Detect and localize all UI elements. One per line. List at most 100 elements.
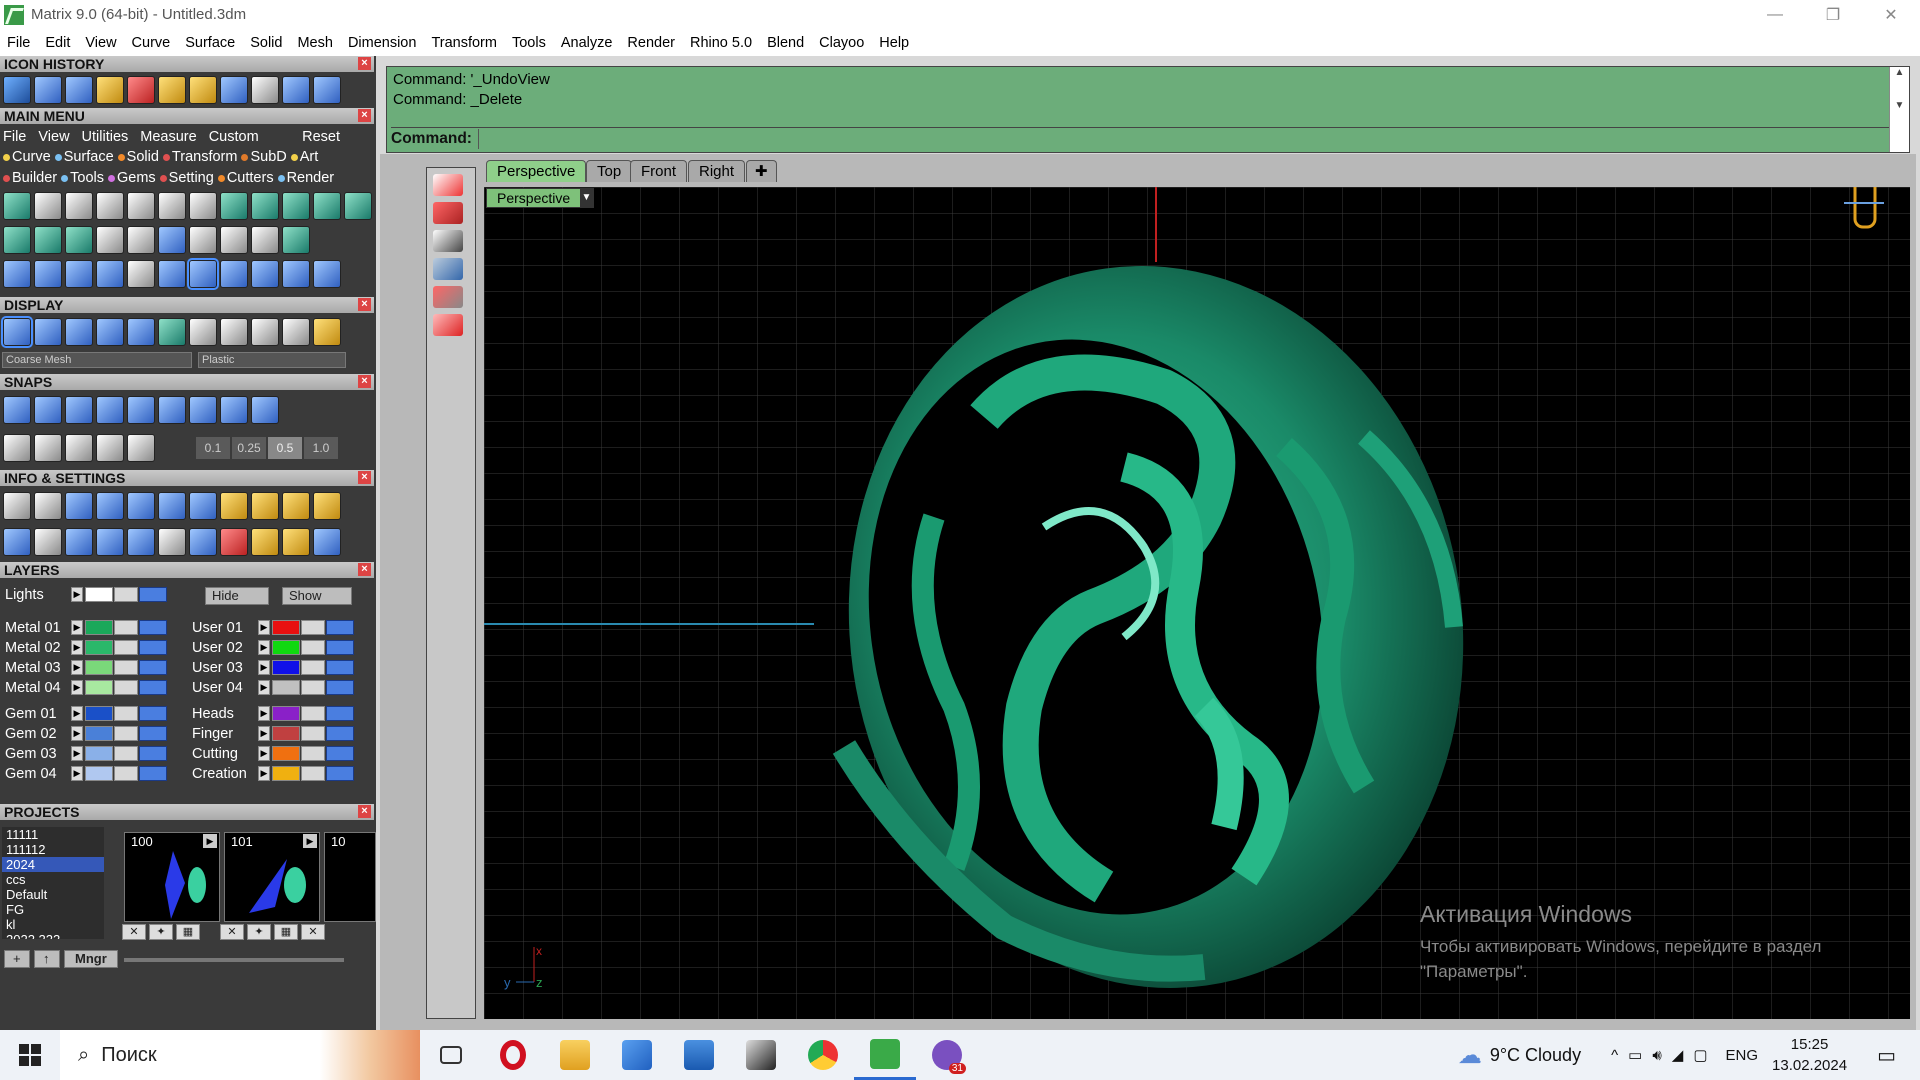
wireframe-icon[interactable] bbox=[1, 316, 33, 348]
menu-dimension[interactable]: Dimension bbox=[348, 35, 417, 51]
delete-icon[interactable]: ✕ bbox=[122, 924, 146, 940]
hatch-icon[interactable] bbox=[189, 192, 217, 220]
layer-color[interactable] bbox=[272, 766, 300, 781]
network-icon[interactable]: ◢ bbox=[1672, 1046, 1684, 1064]
layer-color[interactable] bbox=[85, 706, 113, 721]
move-icon[interactable] bbox=[127, 260, 155, 288]
maximize-button[interactable]: ❐ bbox=[1804, 0, 1862, 29]
menu-transform[interactable]: Transform bbox=[431, 35, 497, 51]
layer-arrow-icon[interactable]: ▶ bbox=[258, 640, 270, 655]
tool-icon[interactable] bbox=[158, 260, 186, 288]
polyline-icon[interactable] bbox=[158, 76, 186, 104]
tool-icon[interactable] bbox=[127, 434, 155, 462]
tool-icon[interactable] bbox=[34, 226, 62, 254]
close-icon[interactable]: × bbox=[358, 563, 371, 576]
save-icon[interactable] bbox=[65, 76, 93, 104]
tool-icon[interactable] bbox=[3, 192, 31, 220]
layer-arrow-icon[interactable]: ▶ bbox=[258, 706, 270, 721]
layer-arrow-icon[interactable]: ▶ bbox=[258, 726, 270, 741]
layer-color[interactable] bbox=[85, 620, 113, 635]
snap-value[interactable]: 0.5 bbox=[268, 437, 302, 459]
snap-end-icon[interactable] bbox=[3, 396, 31, 424]
layer-row[interactable]: Gem 02 ▶ bbox=[5, 724, 167, 743]
lock-icon[interactable] bbox=[114, 620, 138, 635]
layer-color[interactable] bbox=[85, 680, 113, 695]
layer-row[interactable]: Metal 04 ▶ bbox=[5, 678, 167, 697]
tool-icon[interactable] bbox=[96, 226, 124, 254]
cat-tools[interactable]: Tools bbox=[61, 170, 104, 186]
tool-icon[interactable] bbox=[96, 260, 124, 288]
lock-icon[interactable] bbox=[114, 726, 138, 741]
layer-row[interactable]: User 04 ▶ bbox=[192, 678, 354, 697]
minimize-button[interactable]: — bbox=[1746, 0, 1804, 29]
menu-solid[interactable]: Solid bbox=[250, 35, 282, 51]
line-icon[interactable] bbox=[189, 76, 217, 104]
project-thumb-100[interactable]: 100 ▶ bbox=[124, 832, 220, 922]
tool-icon[interactable] bbox=[3, 226, 31, 254]
layer-row[interactable]: Gem 04 ▶ bbox=[5, 764, 167, 783]
xray-icon[interactable] bbox=[127, 318, 155, 346]
tool-icon[interactable] bbox=[187, 258, 219, 290]
mesh-density-select[interactable]: Coarse Mesh bbox=[2, 352, 192, 368]
lock-icon[interactable] bbox=[301, 746, 325, 761]
layer-color[interactable] bbox=[272, 680, 300, 695]
taskbar-store[interactable] bbox=[606, 1030, 668, 1080]
snap-quad-icon[interactable] bbox=[251, 396, 279, 424]
layer-row[interactable]: Heads ▶ bbox=[192, 704, 354, 723]
layer-arrow-icon[interactable]: ▶ bbox=[71, 706, 83, 721]
layer-lights[interactable]: Lights ▶ bbox=[5, 585, 167, 604]
sphere-icon[interactable] bbox=[220, 318, 248, 346]
grid-icon[interactable] bbox=[158, 226, 186, 254]
sphere-icon[interactable] bbox=[282, 318, 310, 346]
lock-icon[interactable] bbox=[114, 706, 138, 721]
chevron-down-icon[interactable]: ▼ bbox=[580, 189, 593, 207]
close-icon[interactable]: × bbox=[358, 298, 371, 311]
menu-curve[interactable]: Curve bbox=[132, 35, 171, 51]
snap-value[interactable]: 1.0 bbox=[304, 437, 338, 459]
lock-icon[interactable] bbox=[301, 766, 325, 781]
notifications-icon[interactable]: ▭ bbox=[1877, 1043, 1896, 1068]
close-icon[interactable]: × bbox=[358, 375, 371, 388]
tool-icon[interactable] bbox=[3, 528, 31, 556]
menu-tools[interactable]: Tools bbox=[512, 35, 546, 51]
tool-icon[interactable] bbox=[251, 192, 279, 220]
open-folder-icon[interactable] bbox=[34, 76, 62, 104]
layer-color[interactable] bbox=[85, 640, 113, 655]
layer-row[interactable]: Metal 02 ▶ bbox=[5, 638, 167, 657]
tool-icon[interactable] bbox=[313, 528, 341, 556]
tool-icon[interactable] bbox=[158, 318, 186, 346]
snap-value[interactable]: 0.1 bbox=[196, 437, 230, 459]
layer-arrow-icon[interactable]: ▶ bbox=[71, 660, 83, 675]
lock-icon[interactable] bbox=[301, 680, 325, 695]
display-icon[interactable]: ▢ bbox=[1693, 1046, 1707, 1064]
weather-widget[interactable]: ☁ 9°C Cloudy bbox=[1458, 1041, 1581, 1070]
save-icon[interactable]: ▦ bbox=[274, 924, 298, 940]
layer-visibility[interactable] bbox=[139, 660, 167, 675]
menu-clayoo[interactable]: Clayoo bbox=[819, 35, 864, 51]
menu-mesh[interactable]: Mesh bbox=[297, 35, 332, 51]
add-tab-icon[interactable]: ✚ bbox=[746, 160, 777, 182]
taskbar-viber[interactable]: 31 bbox=[916, 1030, 978, 1080]
lock-icon[interactable] bbox=[114, 660, 138, 675]
tab-perspective[interactable]: Perspective bbox=[486, 160, 587, 182]
tool-icon[interactable] bbox=[220, 192, 248, 220]
mm-custom[interactable]: Custom bbox=[209, 129, 259, 145]
cat-solid[interactable]: Solid bbox=[117, 149, 159, 165]
tool-icon[interactable] bbox=[251, 226, 279, 254]
material-select[interactable]: Plastic bbox=[198, 352, 346, 368]
viewport-label[interactable]: Perspective ▼ bbox=[486, 188, 594, 208]
circle-icon[interactable] bbox=[313, 260, 341, 288]
snap-tan-icon[interactable] bbox=[220, 396, 248, 424]
project-list-item[interactable]: Default bbox=[2, 887, 104, 902]
tool-icon[interactable] bbox=[282, 492, 310, 520]
move-icon[interactable]: ✦ bbox=[149, 924, 173, 940]
layer-row[interactable]: Metal 01 ▶ bbox=[5, 618, 167, 637]
project-list-item[interactable]: 11111 bbox=[2, 827, 104, 842]
layer-color[interactable] bbox=[272, 746, 300, 761]
layer-color[interactable] bbox=[85, 746, 113, 761]
taskbar-matrix[interactable] bbox=[854, 1030, 916, 1080]
tool-icon[interactable] bbox=[189, 226, 217, 254]
tool-icon[interactable] bbox=[127, 226, 155, 254]
taskbar-chrome[interactable] bbox=[792, 1030, 854, 1080]
tool-icon[interactable] bbox=[251, 528, 279, 556]
